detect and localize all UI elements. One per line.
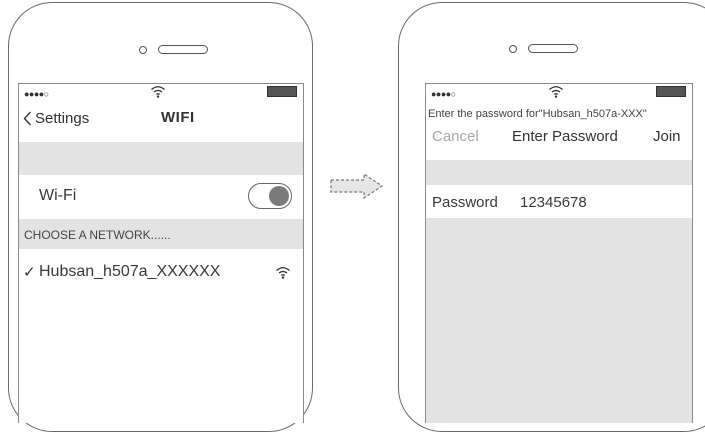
- camera-icon: [139, 46, 147, 54]
- cancel-button[interactable]: Cancel: [432, 128, 479, 145]
- header-spacer-band: [19, 142, 303, 175]
- toggle-knob: [269, 186, 289, 206]
- signal-strength-icon: ●●●●○: [431, 89, 456, 99]
- password-field[interactable]: 12345678: [520, 194, 587, 211]
- battery-icon: [656, 86, 686, 97]
- status-bar: ●●●●○: [426, 84, 692, 104]
- password-label: Password: [432, 194, 498, 211]
- left-screen: ●●●●○ Settings WIFI Wi-Fi CHOOSE A NETWO…: [18, 83, 304, 423]
- password-row: Password 12345678: [426, 185, 692, 218]
- section-header: CHOOSE A NETWORK......: [24, 228, 171, 242]
- header-spacer-band: [426, 160, 692, 185]
- battery-icon: [267, 86, 297, 97]
- left-phone-frame: ●●●●○ Settings WIFI Wi-Fi CHOOSE A NETWO…: [8, 2, 313, 432]
- wifi-toggle[interactable]: [248, 183, 292, 209]
- wifi-status-icon: [151, 86, 165, 98]
- dashed-right-arrow-icon: [330, 172, 384, 200]
- back-label: Settings: [35, 110, 90, 127]
- empty-content-area: [426, 218, 692, 423]
- camera-icon: [509, 45, 517, 53]
- wifi-signal-icon: [276, 267, 290, 279]
- checkmark-icon: ✓: [23, 264, 36, 281]
- section-header-band: CHOOSE A NETWORK......: [19, 219, 303, 249]
- right-phone-frame: ●●●●○ Enter the password for"Hubsan_h507…: [398, 2, 705, 432]
- network-list-item[interactable]: ✓ Hubsan_h507a_XXXXXX: [19, 254, 303, 290]
- wifi-row-label: Wi-Fi: [39, 187, 77, 204]
- wifi-status-icon: [549, 86, 563, 98]
- signal-strength-icon: ●●●●○: [24, 89, 49, 99]
- speaker-icon: [528, 44, 578, 53]
- status-bar: ●●●●○: [19, 84, 303, 104]
- password-prompt: Enter the password for"Hubsan_h507a-XXX": [428, 108, 647, 120]
- page-title: Enter Password: [512, 128, 618, 145]
- wifi-toggle-row: Wi-Fi: [19, 175, 303, 221]
- page-title: WIFI: [161, 109, 195, 126]
- join-button[interactable]: Join: [653, 128, 681, 145]
- speaker-icon: [158, 45, 208, 54]
- right-screen: ●●●●○ Enter the password for"Hubsan_h507…: [425, 83, 693, 423]
- network-name: Hubsan_h507a_XXXXXX: [39, 263, 221, 280]
- chevron-left-icon: [23, 111, 32, 126]
